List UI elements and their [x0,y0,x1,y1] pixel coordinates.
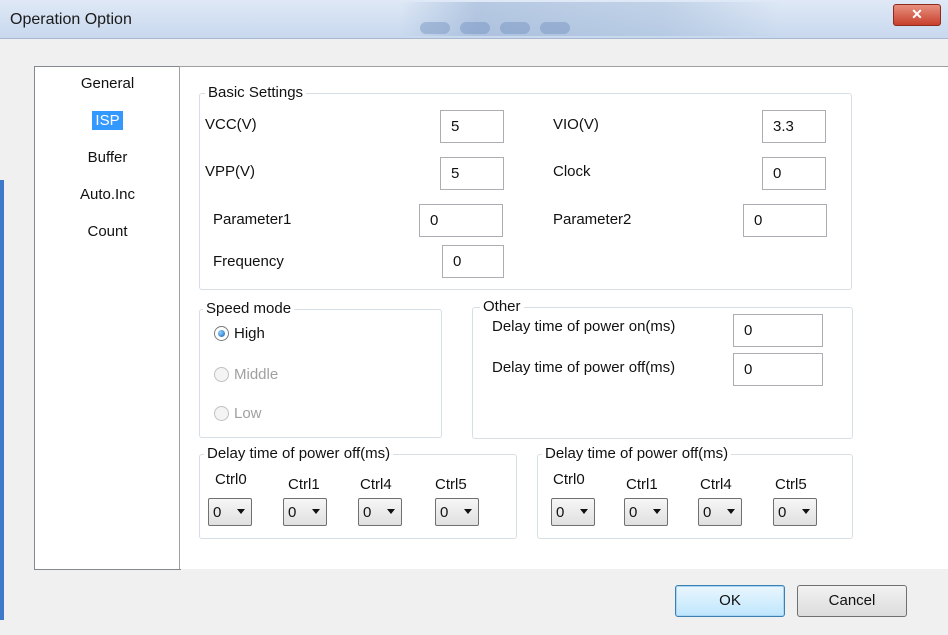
parameter2-label: Parameter2 [553,211,632,228]
ctrl5-label: Ctrl5 [775,476,807,493]
ctrl1-label: Ctrl1 [288,476,320,493]
vcc-label: VCC(V) [205,116,257,133]
basic-settings-group [199,93,852,290]
ctrl0-label: Ctrl0 [553,471,585,488]
operation-option-dialog: Operation Option ✕ General ISP Buffer Au… [0,0,948,635]
close-icon: ✕ [911,6,923,22]
parameter2-input[interactable]: 0 [743,204,827,237]
cancel-button[interactable]: Cancel [797,585,907,617]
select-value: 0 [440,504,449,521]
select-value: 0 [363,504,372,521]
chevron-down-icon [237,509,245,514]
speed-middle-label: Middle [234,366,279,383]
ctrl0-select[interactable]: 0 [208,498,252,526]
select-value: 0 [556,504,565,521]
vpp-input[interactable]: 5 [440,157,504,190]
ctrl4-select[interactable]: 0 [698,498,742,526]
chevron-down-icon [312,509,320,514]
vpp-label: VPP(V) [205,163,256,180]
other-title: Other [480,298,524,315]
vcc-input[interactable]: 5 [440,110,504,143]
basic-settings-title: Basic Settings [205,84,307,101]
speed-high-radio[interactable] [214,326,229,341]
ctrl4-label: Ctrl4 [360,476,392,493]
speed-low-radio[interactable] [214,406,229,421]
select-value: 0 [778,504,787,521]
parameter1-label: Parameter1 [213,211,292,228]
chevron-down-icon [802,509,810,514]
ctrl-delay-group-left [199,454,517,539]
frequency-input[interactable]: 0 [442,245,504,278]
power-on-delay-input[interactable]: 0 [733,314,823,347]
ctrl5-select[interactable]: 0 [435,498,479,526]
isp-settings-panel: Basic Settings VCC(V) 5 VIO(V) 3.3 VPP(V… [179,66,948,569]
clock-label: Clock [553,163,591,180]
ctrl1-label: Ctrl1 [626,476,658,493]
category-item-isp[interactable]: ISP [35,111,180,130]
power-on-delay-label: Delay time of power on(ms) [492,318,676,335]
speed-middle-radio[interactable] [214,367,229,382]
ctrl1-select[interactable]: 0 [624,498,668,526]
category-item-count[interactable]: Count [35,223,180,240]
category-label: Count [87,223,128,240]
ctrl5-select[interactable]: 0 [773,498,817,526]
ctrl0-select[interactable]: 0 [551,498,595,526]
parameter1-input[interactable]: 0 [419,204,503,237]
ctrl-delay-left-title: Delay time of power off(ms) [204,445,394,462]
frequency-label: Frequency [213,253,284,270]
ctrl4-label: Ctrl4 [700,476,732,493]
category-item-auto-inc[interactable]: Auto.Inc [35,186,180,203]
category-label: Buffer [87,149,128,166]
titlebar-decoration [400,2,780,36]
category-list: General ISP Buffer Auto.Inc Count [34,66,181,570]
ctrl1-select[interactable]: 0 [283,498,327,526]
title-bar[interactable]: Operation Option ✕ [0,0,948,39]
vio-input[interactable]: 3.3 [762,110,826,143]
select-value: 0 [213,504,222,521]
chevron-down-icon [464,509,472,514]
speed-mode-title: Speed mode [203,300,295,317]
category-label: ISP [92,111,123,130]
background-window-edge [0,180,4,620]
chevron-down-icon [727,509,735,514]
window-title: Operation Option [10,11,132,28]
category-label: General [80,75,135,92]
select-value: 0 [703,504,712,521]
chevron-down-icon [580,509,588,514]
select-value: 0 [288,504,297,521]
speed-high-label: High [234,325,265,342]
speed-low-label: Low [234,405,262,422]
ctrl0-label: Ctrl0 [215,471,247,488]
power-off-delay-input[interactable]: 0 [733,353,823,386]
chevron-down-icon [653,509,661,514]
close-button[interactable]: ✕ [893,4,941,26]
ctrl-delay-group-right [537,454,853,539]
chevron-down-icon [387,509,395,514]
clock-input[interactable]: 0 [762,157,826,190]
power-off-delay-label: Delay time of power off(ms) [492,359,676,376]
category-item-buffer[interactable]: Buffer [35,149,180,166]
ok-button[interactable]: OK [675,585,785,617]
vio-label: VIO(V) [553,116,599,133]
ctrl5-label: Ctrl5 [435,476,467,493]
category-item-general[interactable]: General [35,75,180,92]
select-value: 0 [629,504,638,521]
category-label: Auto.Inc [79,186,136,203]
ctrl4-select[interactable]: 0 [358,498,402,526]
ctrl-delay-right-title: Delay time of power off(ms) [542,445,732,462]
